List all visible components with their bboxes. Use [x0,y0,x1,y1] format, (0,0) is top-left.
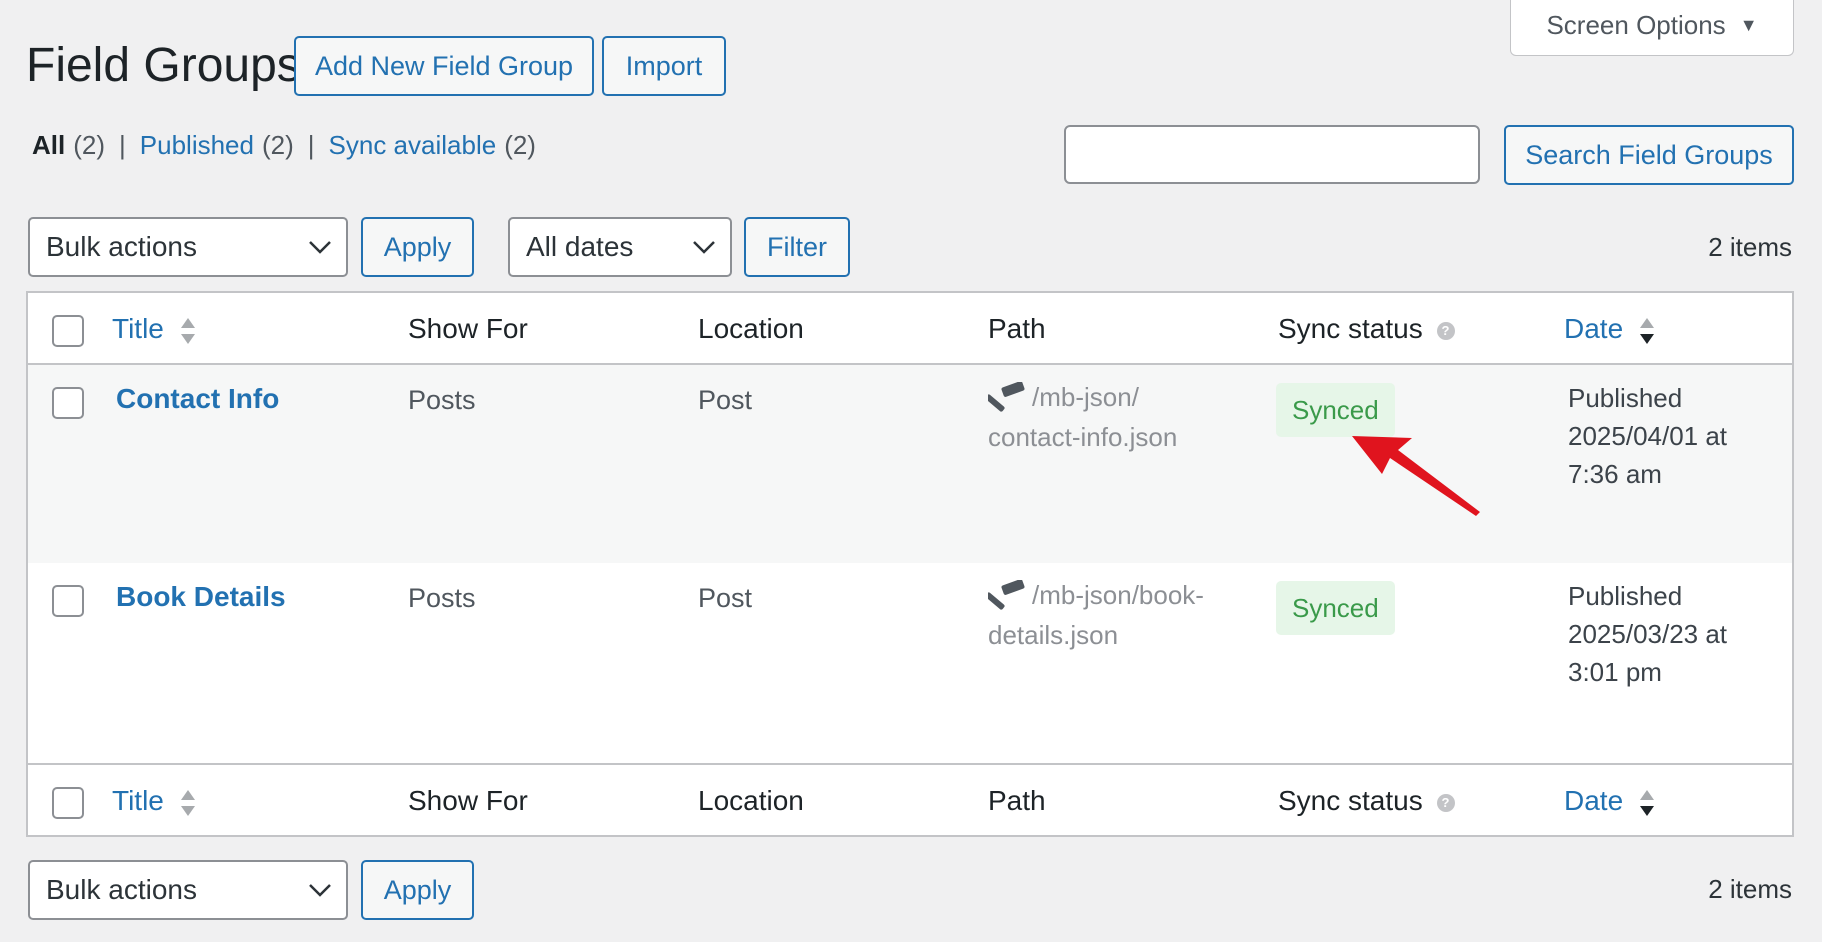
chevron-down-icon [693,241,715,254]
column-sync-status-label: Sync status [1278,785,1423,816]
sort-icon [180,789,195,816]
column-date-label: Date [1564,785,1624,816]
view-separator: | [119,130,126,160]
select-all-checkbox[interactable] [52,787,84,819]
view-separator: | [307,130,315,160]
row-date-time: 7:36 am [1568,459,1662,489]
column-show-for-header: Show For [408,785,528,816]
row-date-date: 2025/03/23 at [1568,619,1728,649]
column-date-label: Date [1564,313,1624,344]
search-field-groups-button[interactable]: Search Field Groups [1504,125,1794,185]
add-new-field-group-button[interactable]: Add New Field Group [294,36,594,96]
row-checkbox[interactable] [52,387,84,419]
row-date: Published 2025/03/23 at 3:01 pm [1568,577,1768,691]
apply-button-bottom[interactable]: Apply [361,860,474,920]
row-path: /mb-json/ contact-info.json [985,377,1238,457]
row-path-line-2: details.json [988,620,1119,650]
column-sync-status-header: Sync status ? [1278,785,1455,817]
row-date: Published 2025/04/01 at 7:36 am [1568,379,1768,493]
column-title-header[interactable]: Title [112,313,196,346]
apply-button-top[interactable]: Apply [361,217,474,277]
column-path-header: Path [988,313,1046,344]
view-published-count: (2) [261,130,294,160]
row-checkbox[interactable] [52,585,84,617]
table-row: Contact Info Posts Post /mb-json/ contac… [28,365,1792,563]
table-footer: Title Show For Location Path Sync status… [28,763,1792,835]
column-title-label: Title [112,785,164,816]
row-show-for: Posts [408,385,476,415]
help-icon[interactable]: ? [1436,321,1455,340]
row-path-line-1: /mb-json/book- [1032,580,1204,610]
row-title-link[interactable]: Book Details [116,581,286,613]
hammer-icon [985,579,1025,610]
row-location: Post [698,385,753,415]
row-date-status: Published [1568,383,1683,413]
date-filter-value: All dates [526,231,634,262]
column-location-header: Location [698,313,804,344]
screen-options-label: Screen Options [1546,10,1726,40]
table-header: Title Show For Location Path Sync status… [28,293,1792,365]
bulk-actions-value: Bulk actions [46,231,197,262]
row-path-line-2: contact-info.json [988,422,1178,452]
sort-icon [180,317,195,344]
filter-button[interactable]: Filter [744,217,850,277]
row-location: Post [698,583,753,613]
search-input[interactable] [1064,125,1480,184]
row-path-line-1: /mb-json/ [1032,382,1139,412]
view-sync-available-count: (2) [504,130,536,160]
view-published[interactable]: Published [140,130,254,161]
sort-desc-icon [1639,789,1654,816]
row-date-time: 3:01 pm [1568,657,1662,687]
annotation-arrow-icon [1352,436,1480,516]
status-views: All (2) | Published (2) | Sync available… [32,130,536,161]
page-title: Field Groups [26,39,301,92]
select-all-checkbox[interactable] [52,315,84,347]
bulk-actions-select-top[interactable]: Bulk actions [28,217,348,277]
chevron-down-icon [309,241,331,254]
items-count-bottom: 2 items [1708,874,1792,904]
view-all-count: (2) [73,130,106,160]
chevron-down-icon [309,884,331,897]
column-sync-status-label: Sync status [1278,313,1423,344]
row-title-link[interactable]: Contact Info [116,383,279,415]
row-date-status: Published [1568,581,1683,611]
table-row: Book Details Posts Post /mb-json/book- d… [28,563,1792,761]
sync-status-badge: Synced [1276,581,1395,635]
bulk-actions-value: Bulk actions [46,874,197,905]
row-date-date: 2025/04/01 at [1568,421,1728,451]
sort-desc-icon [1639,317,1654,344]
date-filter-select[interactable]: All dates [508,217,732,277]
screen-options-tab[interactable]: Screen Options ▼ [1510,0,1794,56]
column-date-header[interactable]: Date [1564,313,1655,346]
column-path-header: Path [988,785,1046,816]
view-all[interactable]: All [32,130,65,161]
column-title-label: Title [112,313,164,344]
row-show-for: Posts [408,583,476,613]
hammer-icon [985,381,1025,412]
column-show-for-header: Show For [408,313,528,344]
column-sync-status-header: Sync status ? [1278,313,1455,345]
row-path: /mb-json/book- details.json [985,575,1238,655]
help-icon[interactable]: ? [1436,793,1455,812]
import-button[interactable]: Import [602,36,726,96]
items-count-top: 2 items [1708,232,1792,262]
column-location-header: Location [698,785,804,816]
caret-down-icon: ▼ [1739,15,1758,35]
bulk-actions-select-bottom[interactable]: Bulk actions [28,860,348,920]
view-sync-available[interactable]: Sync available [329,130,497,161]
column-title-header[interactable]: Title [112,785,196,818]
field-groups-table: Title Show For Location Path Sync status… [26,291,1794,837]
column-date-header[interactable]: Date [1564,785,1655,818]
